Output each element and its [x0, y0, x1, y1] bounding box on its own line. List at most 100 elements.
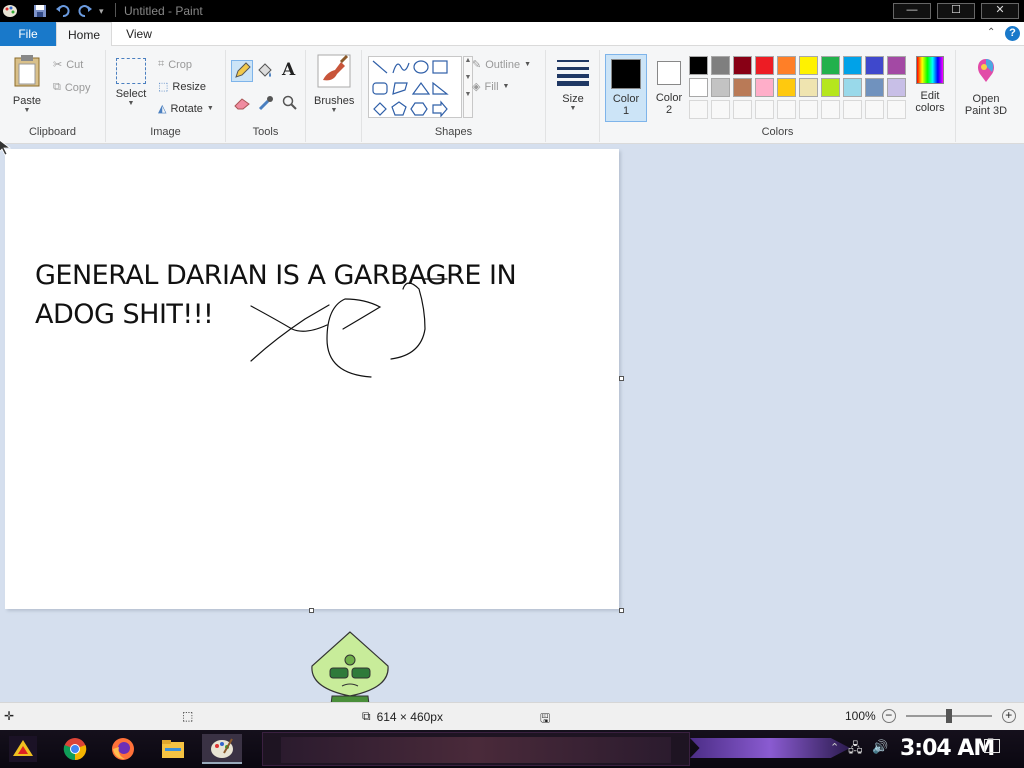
canvas-size: ⧉ 614 × 460px: [362, 709, 443, 724]
crosshair-icon: ✛: [4, 709, 15, 723]
volume-icon[interactable]: 🔊: [872, 739, 888, 755]
open-paint3d-button[interactable]: Open Paint 3D: [960, 54, 1012, 117]
paint-taskbar-button[interactable]: [202, 734, 242, 764]
taskbar-banner-art: [281, 737, 671, 763]
magnifier-tool[interactable]: [282, 95, 298, 114]
canvas-workspace[interactable]: GENERAL DARIAN IS A GARBAGRE IN ADOG SHI…: [0, 140, 1024, 701]
custom-color-slot[interactable]: [689, 100, 708, 119]
resize-handle-corner[interactable]: [619, 608, 624, 613]
customize-toolbar-icon[interactable]: ▾: [99, 3, 104, 19]
palette-swatch[interactable]: [843, 78, 862, 97]
paint-palette-icon: [211, 738, 233, 758]
taskbar-clock[interactable]: 3:04 AM: [900, 736, 995, 761]
custom-color-slot[interactable]: [733, 100, 752, 119]
eraser-tool[interactable]: [233, 96, 251, 113]
palette-swatch[interactable]: [799, 56, 818, 75]
chrome-taskbar-button[interactable]: [58, 734, 92, 764]
palette-swatch[interactable]: [887, 56, 906, 75]
shapes-gallery[interactable]: [368, 56, 462, 118]
help-icon[interactable]: ?: [1005, 26, 1020, 41]
paste-button[interactable]: Paste ▼: [6, 54, 48, 114]
select-button[interactable]: Select ▼: [112, 58, 150, 107]
fill-tool[interactable]: [256, 62, 274, 83]
network-icon[interactable]: 🖧: [848, 739, 863, 761]
custom-color-slot[interactable]: [843, 100, 862, 119]
custom-color-slot[interactable]: [865, 100, 884, 119]
palette-swatch[interactable]: [821, 78, 840, 97]
tab-file[interactable]: File: [0, 22, 56, 46]
cursor-position: ✛: [4, 709, 14, 723]
fill-button[interactable]: ◈ Fill ▼: [472, 80, 509, 94]
palette-swatch[interactable]: [865, 78, 884, 97]
custom-color-slot[interactable]: [887, 100, 906, 119]
folder-icon: [162, 740, 184, 758]
brushes-button[interactable]: Brushes ▼: [314, 54, 354, 114]
color2-button[interactable]: Color 2: [650, 54, 688, 116]
undo-icon[interactable]: [55, 3, 71, 19]
color-picker-tool[interactable]: [258, 95, 274, 114]
palette-swatch[interactable]: [711, 56, 730, 75]
palette-swatch[interactable]: [799, 78, 818, 97]
color2-label-line1: Color: [655, 92, 683, 104]
edit-colors-line2: colors: [915, 102, 945, 114]
crop-button[interactable]: ⌗ Crop: [158, 58, 192, 71]
palette-swatch[interactable]: [755, 78, 774, 97]
resize-handle-right[interactable]: [619, 376, 624, 381]
save-icon[interactable]: [33, 3, 47, 19]
paint-app-icon[interactable]: [2, 3, 18, 19]
custom-color-slot[interactable]: [799, 100, 818, 119]
status-bar: ✛ ⬚ ⧉ 614 × 460px 🖫 100% − +: [0, 702, 1024, 730]
maximize-button[interactable]: ☐: [937, 3, 975, 19]
zoom-slider[interactable]: [905, 709, 992, 723]
palette-swatch[interactable]: [755, 56, 774, 75]
palette-swatch[interactable]: [887, 78, 906, 97]
fill-label: Fill: [484, 80, 499, 93]
custom-color-slot[interactable]: [777, 100, 796, 119]
palette-swatch[interactable]: [777, 56, 796, 75]
paste-label: Paste: [12, 95, 42, 107]
palette-swatch[interactable]: [711, 78, 730, 97]
collapse-ribbon-icon[interactable]: ⌃: [987, 27, 995, 38]
custom-color-slot[interactable]: [711, 100, 730, 119]
palette-swatch[interactable]: [777, 78, 796, 97]
size-button[interactable]: Size ▼: [554, 58, 592, 112]
minimize-button[interactable]: —: [893, 3, 931, 19]
palette-swatch[interactable]: [821, 56, 840, 75]
zoom-slider-thumb[interactable]: [945, 709, 952, 723]
edit-colors-button[interactable]: Edit colors: [908, 54, 952, 114]
action-center-icon[interactable]: [984, 739, 1000, 753]
file-explorer-taskbar-button[interactable]: [156, 734, 190, 764]
tab-home[interactable]: Home: [56, 22, 112, 47]
custom-color-slot[interactable]: [821, 100, 840, 119]
tab-view[interactable]: View: [112, 22, 166, 46]
resize-handle-bottom[interactable]: [309, 608, 314, 613]
redo-icon[interactable]: [77, 3, 93, 19]
outline-button[interactable]: ✎ Outline ▼: [472, 58, 531, 72]
palette-swatch[interactable]: [689, 78, 708, 97]
palette-swatch[interactable]: [689, 56, 708, 75]
zoom-out-button[interactable]: −: [881, 709, 896, 723]
palette-swatch[interactable]: [733, 56, 752, 75]
custom-color-slot[interactable]: [755, 100, 774, 119]
selection-size: ⬚: [182, 709, 193, 723]
start-button[interactable]: [6, 734, 40, 764]
show-hidden-icons-icon[interactable]: ⌃: [830, 741, 839, 754]
drawing-canvas[interactable]: GENERAL DARIAN IS A GARBAGRE IN ADOG SHI…: [5, 149, 619, 609]
rotate-button[interactable]: ◭ Rotate ▼: [158, 102, 214, 116]
palette-swatch[interactable]: [843, 56, 862, 75]
copy-button[interactable]: ⧉ Copy: [53, 81, 91, 94]
pencil-tool[interactable]: [231, 60, 253, 82]
text-tool-icon[interactable]: A: [282, 60, 295, 80]
chevron-down-icon: ▼: [464, 74, 472, 81]
color-palette: [689, 56, 911, 122]
zoom-in-button[interactable]: +: [1001, 709, 1016, 723]
resize-icon: ⬚: [158, 81, 169, 93]
palette-swatch[interactable]: [865, 56, 884, 75]
palette-swatch[interactable]: [733, 78, 752, 97]
color1-button[interactable]: Color 1: [605, 54, 647, 122]
close-button[interactable]: ✕: [981, 3, 1019, 19]
resize-label: Resize: [172, 80, 207, 93]
firefox-taskbar-button[interactable]: [106, 734, 140, 764]
cut-button[interactable]: ✂ Cut: [53, 58, 83, 72]
resize-button[interactable]: ⬚ Resize: [158, 80, 207, 94]
